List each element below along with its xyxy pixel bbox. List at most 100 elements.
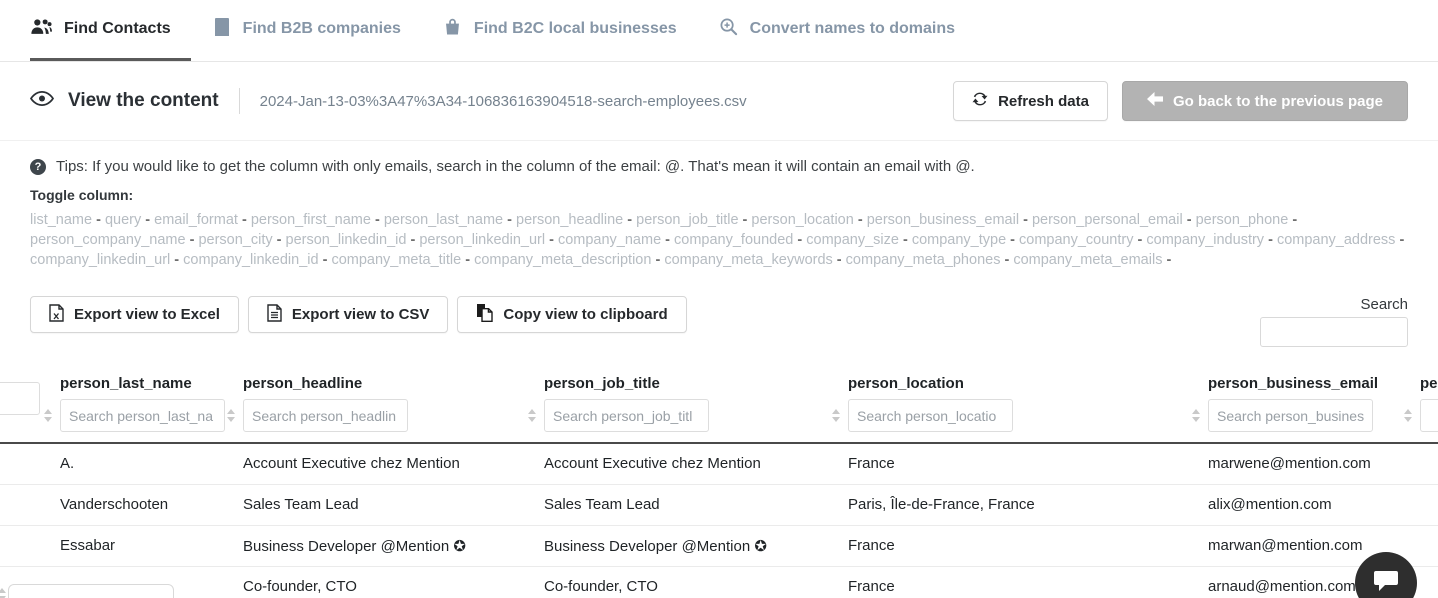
toggle-separator: - xyxy=(1288,212,1297,228)
sort-arrows[interactable] xyxy=(227,409,235,422)
toggle-column-item[interactable]: company_industry xyxy=(1146,232,1264,248)
toggle-column-item[interactable]: company_type xyxy=(912,232,1006,248)
tab-label: Find B2B companies xyxy=(243,20,401,38)
toggle-column-item[interactable]: company_size xyxy=(806,232,899,248)
zoom-in-icon xyxy=(719,17,738,41)
table-cell: Sales Team Lead xyxy=(534,484,838,525)
toggle-column-item[interactable]: company_linkedin_id xyxy=(183,252,318,268)
column-search-person_headline[interactable] xyxy=(243,399,408,432)
column-search-person_business_email[interactable] xyxy=(1208,399,1373,432)
sort-arrows[interactable] xyxy=(0,588,6,598)
table-wrap: person_last_name person_headlineperson_jo… xyxy=(30,371,1408,598)
toggle-separator: - xyxy=(833,252,846,268)
table-cell xyxy=(1410,484,1438,525)
toggle-column-item[interactable]: person_city xyxy=(198,232,272,248)
toggle-column-item[interactable]: company_founded xyxy=(674,232,793,248)
toggle-separator: - xyxy=(170,252,183,268)
copy-clipboard-button[interactable]: Copy view to clipboard xyxy=(457,296,686,333)
column-search-person_personal_email[interactable] xyxy=(1420,399,1438,432)
building-icon xyxy=(213,17,231,41)
toggle-column-item[interactable]: list_name xyxy=(30,212,92,228)
toggle-column-item[interactable]: person_company_name xyxy=(30,232,186,248)
tips-row: ? Tips: If you would like to get the col… xyxy=(30,158,1408,175)
table-cell xyxy=(0,525,50,566)
export-csv-button[interactable]: Export view to CSV xyxy=(248,296,449,333)
tab-convert-names-to-domains[interactable]: Convert names to domains xyxy=(719,0,975,61)
table-cell: France xyxy=(838,525,1198,566)
toggle-column-item[interactable]: company_address xyxy=(1277,232,1396,248)
toggle-column-item[interactable]: person_headline xyxy=(516,212,623,228)
divider xyxy=(239,88,240,114)
data-table: person_last_name person_headlineperson_jo… xyxy=(0,371,1438,598)
toggle-column-item[interactable]: company_meta_phones xyxy=(846,252,1001,268)
table-cell: Business Developer @Mention ✪ xyxy=(233,525,534,566)
toggle-separator: - xyxy=(503,212,516,228)
go-back-button[interactable]: Go back to the previous page xyxy=(1122,81,1408,121)
top-tab-bar: Find Contacts Find B2B companies Find B2… xyxy=(0,0,1438,62)
toggle-column-list: list_name - query - email_format - perso… xyxy=(30,210,1408,270)
column-header-person_personal_email[interactable]: person_personal_email xyxy=(1410,371,1438,443)
column-header-person_last_name[interactable]: person_last_name xyxy=(50,371,233,443)
toggle-column-label: Toggle column: xyxy=(30,187,1408,203)
toggle-column-item[interactable]: person_last_name xyxy=(384,212,503,228)
export-excel-button[interactable]: Export view to Excel xyxy=(30,296,239,333)
toggle-column-item[interactable]: person_business_email xyxy=(867,212,1019,228)
toggle-column-item[interactable]: company_meta_emails xyxy=(1013,252,1162,268)
toggle-column-item[interactable]: email_format xyxy=(154,212,238,228)
toggle-column-item[interactable]: person_first_name xyxy=(251,212,371,228)
toggle-column-item[interactable]: company_country xyxy=(1019,232,1133,248)
go-back-button-label: Go back to the previous page xyxy=(1173,93,1383,110)
toggle-column-item[interactable]: person_job_title xyxy=(636,212,738,228)
toggle-column-item[interactable]: company_meta_description xyxy=(474,252,651,268)
sort-arrows[interactable] xyxy=(44,409,52,422)
sort-arrows[interactable] xyxy=(528,409,536,422)
column-search-person_last_name[interactable] xyxy=(60,399,225,432)
table-cell: Vanderschooten xyxy=(50,484,233,525)
toggle-column-item[interactable]: company_meta_title xyxy=(331,252,461,268)
toggle-separator: - xyxy=(899,232,912,248)
column-header-partial[interactable] xyxy=(0,371,50,443)
toggle-column-item[interactable]: person_phone xyxy=(1196,212,1289,228)
column-search-partial[interactable] xyxy=(0,382,40,415)
toggle-column-item[interactable]: person_linkedin_id xyxy=(286,232,407,248)
sort-arrows[interactable] xyxy=(1192,409,1200,422)
tab-find-contacts[interactable]: Find Contacts xyxy=(30,0,191,61)
toggle-separator: - xyxy=(186,232,199,248)
column-search-person_location[interactable] xyxy=(848,399,1013,432)
global-search-input[interactable] xyxy=(1260,317,1408,347)
toggle-separator: - xyxy=(319,252,332,268)
toggle-separator: - xyxy=(793,232,806,248)
refresh-icon xyxy=(972,91,988,111)
toggle-separator: - xyxy=(1000,252,1013,268)
tab-find-b2b-companies[interactable]: Find B2B companies xyxy=(213,0,421,61)
column-title: person_headline xyxy=(243,375,534,392)
column-header-person_location[interactable]: person_location xyxy=(838,371,1198,443)
column-header-person_headline[interactable]: person_headline xyxy=(233,371,534,443)
toggle-separator: - xyxy=(1395,232,1404,248)
footer-search-input[interactable] xyxy=(8,584,174,598)
toggle-column-item[interactable]: query xyxy=(105,212,141,228)
table-cell: Essabar xyxy=(50,525,233,566)
table-cell: Sales Team Lead xyxy=(233,484,534,525)
table-row: Co-founder, CTOCo-founder, CTOFrancearna… xyxy=(0,566,1438,598)
toggle-separator: - xyxy=(92,212,105,228)
column-header-person_job_title[interactable]: person_job_title xyxy=(534,371,838,443)
table-cell xyxy=(1410,525,1438,566)
toggle-separator: - xyxy=(1162,252,1171,268)
toggle-column-item[interactable]: company_name xyxy=(558,232,661,248)
toggle-separator: - xyxy=(651,252,664,268)
toggle-column-item[interactable]: person_personal_email xyxy=(1032,212,1183,228)
toggle-separator: - xyxy=(623,212,636,228)
toggle-column-item[interactable]: company_meta_keywords xyxy=(664,252,832,268)
chat-bubble-icon xyxy=(1373,569,1399,598)
column-header-person_business_email[interactable]: person_business_email xyxy=(1198,371,1410,443)
sort-arrows[interactable] xyxy=(1404,409,1412,422)
column-search-person_job_title[interactable] xyxy=(544,399,709,432)
toggle-column-item[interactable]: person_location xyxy=(751,212,853,228)
toggle-column-item[interactable]: person_linkedin_url xyxy=(419,232,545,248)
table-cell: Business Developer @Mention ✪ xyxy=(534,525,838,566)
tab-find-b2c-local-businesses[interactable]: Find B2C local businesses xyxy=(443,0,697,61)
sort-arrows[interactable] xyxy=(832,409,840,422)
toggle-column-item[interactable]: company_linkedin_url xyxy=(30,252,170,268)
refresh-data-button[interactable]: Refresh data xyxy=(953,81,1108,121)
